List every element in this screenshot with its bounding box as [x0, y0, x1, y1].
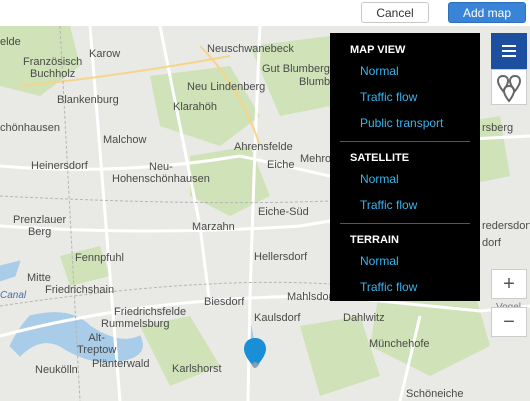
map-layers-menu: MAP VIEW Normal Traffic flow Public tran…	[330, 33, 480, 301]
map-label: Gut Blumberg	[262, 63, 330, 75]
map-label: rsberg	[482, 122, 514, 134]
menu-divider	[340, 141, 470, 142]
map-label: Karow	[89, 48, 121, 60]
map-view-traffic-flow-option[interactable]: Traffic flow	[330, 89, 480, 115]
map-label: Heinersdorf	[31, 160, 88, 172]
map-label: Neukölln	[35, 364, 78, 376]
terrain-traffic-flow-option[interactable]: Traffic flow	[330, 279, 480, 305]
map-view-normal-option[interactable]: Normal	[330, 63, 480, 89]
map-label: Fennpfuhl	[75, 252, 124, 264]
location-pin-icon[interactable]	[244, 338, 266, 368]
map-label: Alt- Treptow	[77, 332, 117, 356]
multiple-pins-icon[interactable]	[491, 69, 527, 105]
map-label: Prenzlauer Berg	[13, 214, 67, 238]
map-label: Schöneiche	[406, 388, 464, 400]
zoom-out-button[interactable]: −	[491, 307, 527, 337]
map-label: dorf	[482, 237, 501, 249]
terrain-normal-option[interactable]: Normal	[330, 253, 480, 279]
map-label: Blankenburg	[57, 94, 119, 106]
map-label: Neu- Hohenschönhausen	[112, 161, 210, 185]
map-label: Ahrensfelde	[234, 141, 293, 153]
map-label: Münchehofe	[369, 338, 430, 350]
top-toolbar: Cancel Add map	[0, 0, 530, 26]
map-label: Klarahöh	[173, 101, 218, 113]
map-label: Neuschwanebeck	[207, 43, 294, 55]
cancel-button[interactable]: Cancel	[361, 2, 429, 23]
map-label: Eiche-Süd	[258, 206, 309, 218]
section-title-map-view: MAP VIEW	[350, 44, 406, 56]
map-label: Mahlsdorf	[287, 291, 336, 303]
map-label: Biesdorf	[204, 296, 245, 308]
park-area	[300, 316, 380, 396]
map-label: Marzahn	[192, 221, 235, 233]
map-view-public-transport-option[interactable]: Public transport	[330, 115, 480, 141]
map-label: Malchow	[103, 134, 147, 146]
satellite-normal-option[interactable]: Normal	[330, 171, 480, 197]
map-label: Rummelsburg	[101, 318, 170, 330]
map-label: Plänterwald	[92, 358, 150, 370]
zoom-in-button[interactable]: +	[491, 269, 527, 299]
map-label: elde	[0, 36, 21, 48]
map-label: Eiche	[267, 159, 295, 171]
map-label: Französisch Buchholz	[23, 56, 83, 80]
map-label: Friedrichsfelde	[114, 306, 187, 318]
map-label: Dahlwitz	[343, 312, 385, 324]
map-label-canal: Canal	[0, 290, 27, 301]
map-label: Friedrichshain	[45, 284, 115, 296]
map-label: Mitte	[27, 272, 51, 284]
satellite-traffic-flow-option[interactable]: Traffic flow	[330, 197, 480, 223]
map-label: redersdorf	[482, 220, 530, 232]
rail-line	[0, 195, 331, 204]
section-title-terrain: TERRAIN	[350, 234, 399, 246]
section-title-satellite: SATELLITE	[350, 152, 410, 164]
water-area	[0, 260, 21, 282]
hamburger-menu-icon[interactable]	[491, 33, 527, 69]
map-label: chönhausen	[0, 122, 60, 134]
map-label: Karlshorst	[172, 363, 222, 375]
map-label: Kaulsdorf	[254, 312, 301, 324]
map-label: Hellersdorf	[254, 251, 308, 263]
menu-divider	[340, 223, 470, 224]
map-label: Neu Lindenberg	[187, 81, 266, 93]
add-map-button[interactable]: Add map	[448, 2, 526, 23]
